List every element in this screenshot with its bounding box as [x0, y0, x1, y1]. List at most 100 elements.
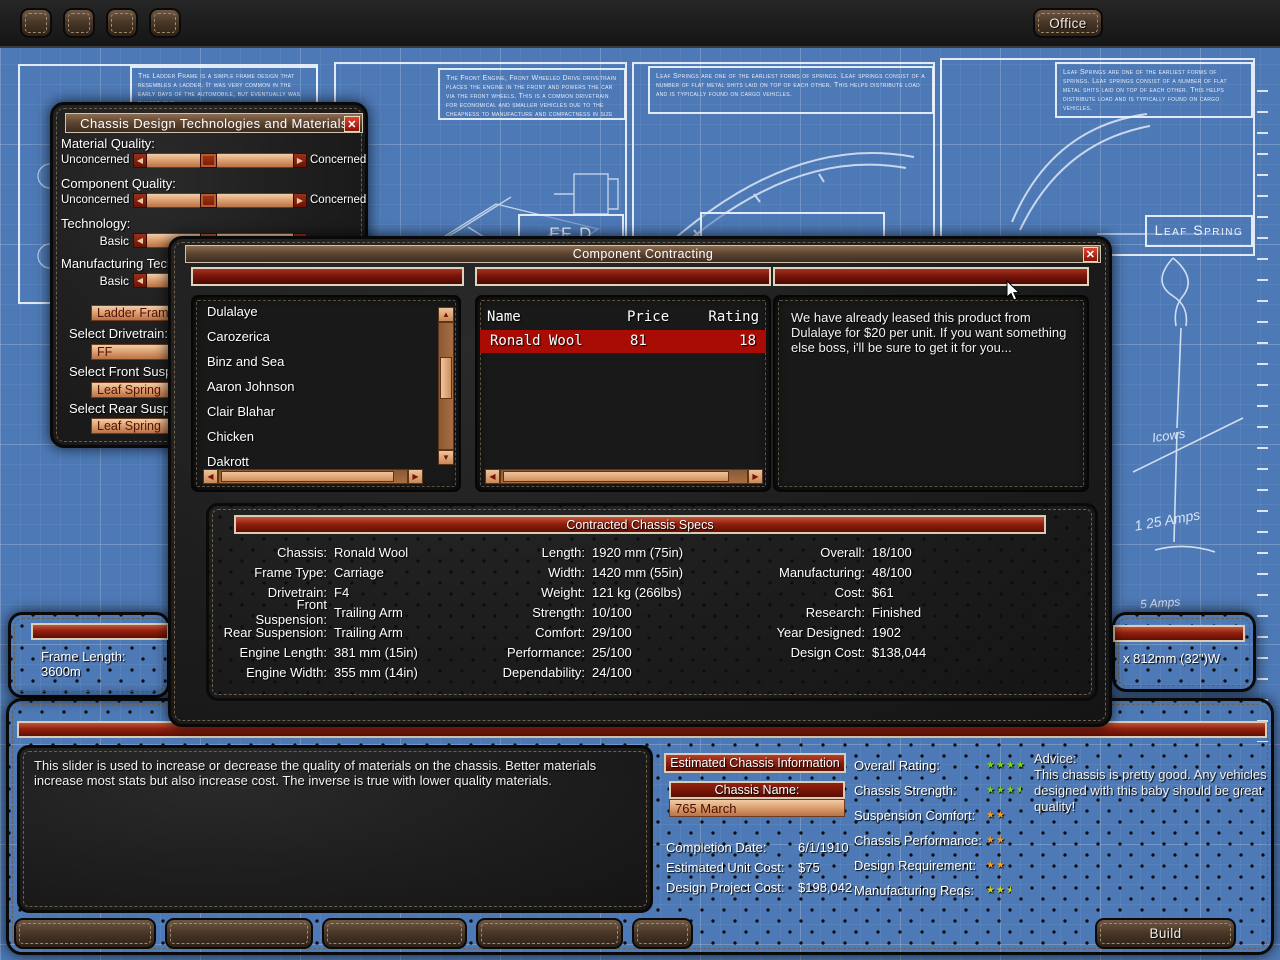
specs-header-bar: Contracted Chassis Specs: [234, 515, 1046, 534]
sketch-label-3: 5 Amps: [1140, 595, 1181, 612]
spec-label: Chassis:: [223, 545, 327, 560]
scroll-track[interactable]: [438, 322, 454, 450]
concerned-label-2: Concerned: [310, 194, 366, 206]
slider-left-arrow-icon[interactable]: ◀: [133, 153, 147, 168]
contracting-dialog-title: Component Contracting ✕: [185, 245, 1101, 263]
slider-right-arrow-icon[interactable]: ▶: [293, 153, 307, 168]
estimated-field-row: Design Project Cost:$198,042: [666, 877, 862, 897]
model-row-selected[interactable]: Ronald Wool 81 18: [480, 330, 766, 353]
slider-track[interactable]: [133, 193, 307, 208]
menu-button[interactable]: [106, 8, 138, 38]
scroll-track[interactable]: [218, 469, 408, 484]
bottom-button[interactable]: [14, 918, 156, 949]
scroll-thumb[interactable]: [221, 471, 394, 482]
slider-left-arrow-icon[interactable]: ◀: [133, 193, 147, 208]
scroll-down-icon[interactable]: ▼: [438, 450, 454, 465]
material-quality-label: Material Quality:: [61, 136, 155, 151]
company-list-item[interactable]: Chicken: [197, 424, 435, 449]
description-text: This slider is used to increase or decre…: [34, 759, 640, 788]
star-rating: ★★★★: [986, 760, 1026, 771]
rating-label: Design Requirement:: [854, 858, 986, 873]
spec-value: 355 mm (14in): [334, 665, 418, 680]
rating-label: Overall Rating:: [854, 758, 986, 773]
close-icon[interactable]: ✕: [1083, 247, 1098, 262]
spec-row: Dependability:24/100: [481, 662, 683, 682]
menu-button[interactable]: [63, 8, 95, 38]
tab[interactable]: [191, 267, 464, 286]
scroll-track[interactable]: [500, 469, 748, 484]
scroll-thumb[interactable]: [440, 357, 452, 399]
spec-label: Manufacturing:: [755, 565, 865, 580]
estimated-info-header: Estimated Chassis Information: [664, 753, 846, 773]
material-quality-slider: ◀ ▶: [133, 153, 307, 168]
company-name: Dulalaye: [207, 304, 258, 319]
slider-left-arrow-icon[interactable]: ◀: [133, 233, 147, 248]
spec-row: Performance: 25/100: [481, 642, 683, 662]
scroll-up-icon[interactable]: ▲: [438, 307, 454, 322]
slider-track[interactable]: [133, 153, 307, 168]
spec-label: Design Cost:: [755, 645, 865, 660]
slider-handle[interactable]: [200, 193, 217, 208]
frame-length-text: Frame Length: 3600m: [41, 649, 167, 679]
tab[interactable]: [773, 267, 1089, 286]
menu-button[interactable]: [20, 8, 52, 38]
scroll-left-icon[interactable]: ◀: [485, 469, 500, 484]
advice-text: This chassis is pretty good. Any vehicle…: [1034, 767, 1272, 815]
scroll-right-icon[interactable]: ▶: [408, 469, 423, 484]
ff-drivetrain-text: The Front Engine, Front Wheeled Drive dr…: [438, 68, 626, 120]
bottom-button[interactable]: [476, 918, 623, 949]
specs-column-2: Length:1920 mm (75in)Width:1420 mm (55in…: [481, 542, 683, 682]
scroll-thumb[interactable]: [503, 471, 729, 482]
spec-value: Trailing Arm: [334, 605, 403, 620]
field-value: $75: [798, 860, 820, 875]
spec-value: 25/100: [592, 645, 632, 660]
leaf-spring-title-box-2: Leaf Spring: [1145, 215, 1253, 247]
bottom-button[interactable]: [632, 918, 693, 949]
menu-button[interactable]: [149, 8, 181, 38]
spec-value: Trailing Arm: [334, 625, 403, 640]
slider-right-arrow-icon[interactable]: ▶: [293, 193, 307, 208]
technology-label: Technology:: [61, 216, 130, 231]
drivetrain-label: Select Drivetrain:: [69, 326, 168, 341]
spec-row: Frame Type:Carriage: [223, 562, 418, 582]
model-rating: 18: [696, 330, 756, 353]
bottom-button-bar: [14, 918, 693, 949]
spec-row: Engine Width:355 mm (14in): [223, 662, 418, 682]
contracted-specs-panel: Contracted Chassis Specs Chassis:Ronald …: [206, 503, 1098, 701]
company-list-item[interactable]: Carozerica: [197, 324, 435, 349]
slider-handle[interactable]: [200, 153, 217, 168]
component-quality-slider: ◀ ▶: [133, 193, 307, 208]
spec-label: Cost:: [755, 585, 865, 600]
office-button[interactable]: Office: [1033, 8, 1103, 38]
chassis-name-input[interactable]: [669, 799, 845, 817]
scroll-left-icon[interactable]: ◀: [203, 469, 218, 484]
company-list-item[interactable]: Aaron Johnson: [197, 374, 435, 399]
transaction-text: We have already leased this product from…: [791, 311, 1075, 355]
tab[interactable]: [475, 267, 771, 286]
advice-block: Advice: This chassis is pretty good. Any…: [1034, 751, 1272, 815]
close-icon[interactable]: ✕: [344, 116, 360, 132]
company-list-item[interactable]: Binz and Sea: [197, 349, 435, 374]
slider-left-arrow-icon[interactable]: ◀: [133, 273, 147, 288]
company-list-item[interactable]: Clair Blahar: [197, 399, 435, 424]
bottom-button[interactable]: [165, 918, 313, 949]
rating-row: Suspension Comfort:★★: [854, 805, 1044, 825]
company-list-item[interactable]: Dulalaye: [197, 299, 435, 324]
spec-row: Design Cost:$138,044: [755, 642, 926, 662]
rating-label: Chassis Performance:: [854, 833, 986, 848]
star-rating: ★★: [986, 835, 1006, 846]
spec-label: Strength:: [481, 605, 585, 620]
leaf-spring-text-2: Leaf Springs are one of the earliest for…: [1055, 62, 1253, 118]
build-button[interactable]: Build: [1095, 918, 1236, 949]
spec-label: Front Suspension:: [223, 597, 327, 627]
spec-label: Performance:: [481, 645, 585, 660]
scroll-right-icon[interactable]: ▶: [748, 469, 763, 484]
specs-column-3: Overall:18/100Manufacturing:48/100Cost:$…: [755, 542, 926, 662]
rating-row: Manufacturing Reqs:★★★: [854, 880, 1044, 900]
rating-label: Suspension Comfort:: [854, 808, 986, 823]
company-name: Binz and Sea: [207, 354, 284, 369]
spec-row: Research:Finished: [755, 602, 926, 622]
top-menu-bar: Office: [0, 0, 1280, 46]
spec-label: Overall:: [755, 545, 865, 560]
bottom-button[interactable]: [322, 918, 467, 949]
